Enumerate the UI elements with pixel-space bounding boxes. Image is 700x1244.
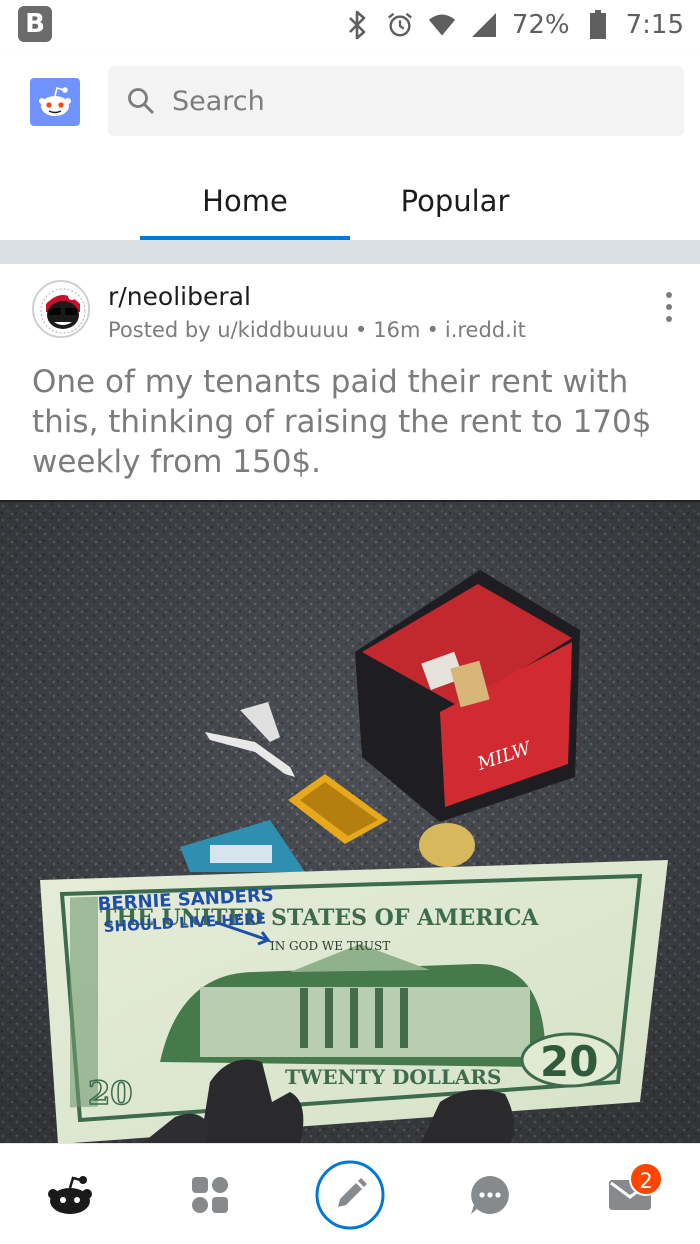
bluetooth-icon [344, 10, 372, 40]
bill-corner-value: 20 [88, 1074, 133, 1112]
post-overflow-menu-icon[interactable] [658, 292, 680, 322]
bill-value: 20 [540, 1037, 598, 1086]
search-input[interactable] [172, 85, 652, 117]
subreddit-avatar[interactable] [32, 280, 90, 338]
status-icons: 72% 7:15 [344, 4, 684, 46]
snoo-avatar-icon [39, 87, 71, 116]
user-avatar-button[interactable] [30, 78, 80, 126]
app-notification-icon: B [18, 6, 52, 42]
tab-home[interactable]: Home [140, 162, 350, 240]
pencil-create-icon [315, 1160, 385, 1229]
nav-discover-button[interactable] [165, 1144, 255, 1244]
post-domain[interactable]: i.redd.it [445, 318, 526, 342]
feed-tabs: Home Popular [0, 162, 700, 240]
post-meta: Posted by u/kiddbuuuu • 16m • i.redd.it [108, 318, 526, 342]
battery-icon [584, 10, 612, 39]
nav-chat-button[interactable] [445, 1144, 535, 1244]
post-age: 16m [373, 318, 421, 342]
communities-grid-icon [192, 1176, 228, 1213]
search-bar[interactable] [108, 66, 684, 136]
chat-bubble-icon [471, 1175, 509, 1214]
nav-inbox-button[interactable]: 2 [585, 1144, 675, 1244]
subreddit-name[interactable]: r/neoliberal [108, 282, 251, 311]
snoo-home-icon [48, 1175, 92, 1214]
inbox-unread-badge: 2 [629, 1162, 663, 1196]
bill-footer-text: TWENTY DOLLARS [285, 1065, 501, 1089]
bottom-navigation: 2 [0, 1143, 700, 1244]
search-icon [126, 86, 156, 116]
feed[interactable]: r/neoliberal Posted by u/kiddbuuuu • 16m • i… [0, 240, 700, 1143]
clock: 7:15 [625, 10, 684, 40]
nav-create-post-button[interactable] [305, 1144, 395, 1244]
signal-icon [470, 11, 498, 39]
post-card[interactable]: r/neoliberal Posted by u/kiddbuuuu • 16m • i… [0, 264, 700, 1143]
status-bar: B 72% 7:15 [0, 0, 700, 50]
tab-popular[interactable]: Popular [350, 162, 560, 240]
post-author[interactable]: Posted by u/kiddbuuuu [108, 318, 349, 342]
battery-percent: 72% [511, 10, 570, 40]
alarm-icon [386, 11, 414, 39]
twenty-dollar-bill: THE UNITED STATES OF AMERICA IN GOD WE T… [40, 860, 668, 1143]
app-header: Home Popular [0, 50, 700, 240]
wifi-icon [428, 11, 456, 39]
bill-motto-text: IN GOD WE TRUST [270, 939, 390, 953]
post-title[interactable]: One of my tenants paid their rent with t… [32, 362, 672, 482]
nav-home-button[interactable] [25, 1144, 115, 1244]
post-image[interactable]: MILW THE UNITED STATES OF AMERICA IN GOD… [0, 500, 700, 1143]
round-container [419, 823, 475, 867]
